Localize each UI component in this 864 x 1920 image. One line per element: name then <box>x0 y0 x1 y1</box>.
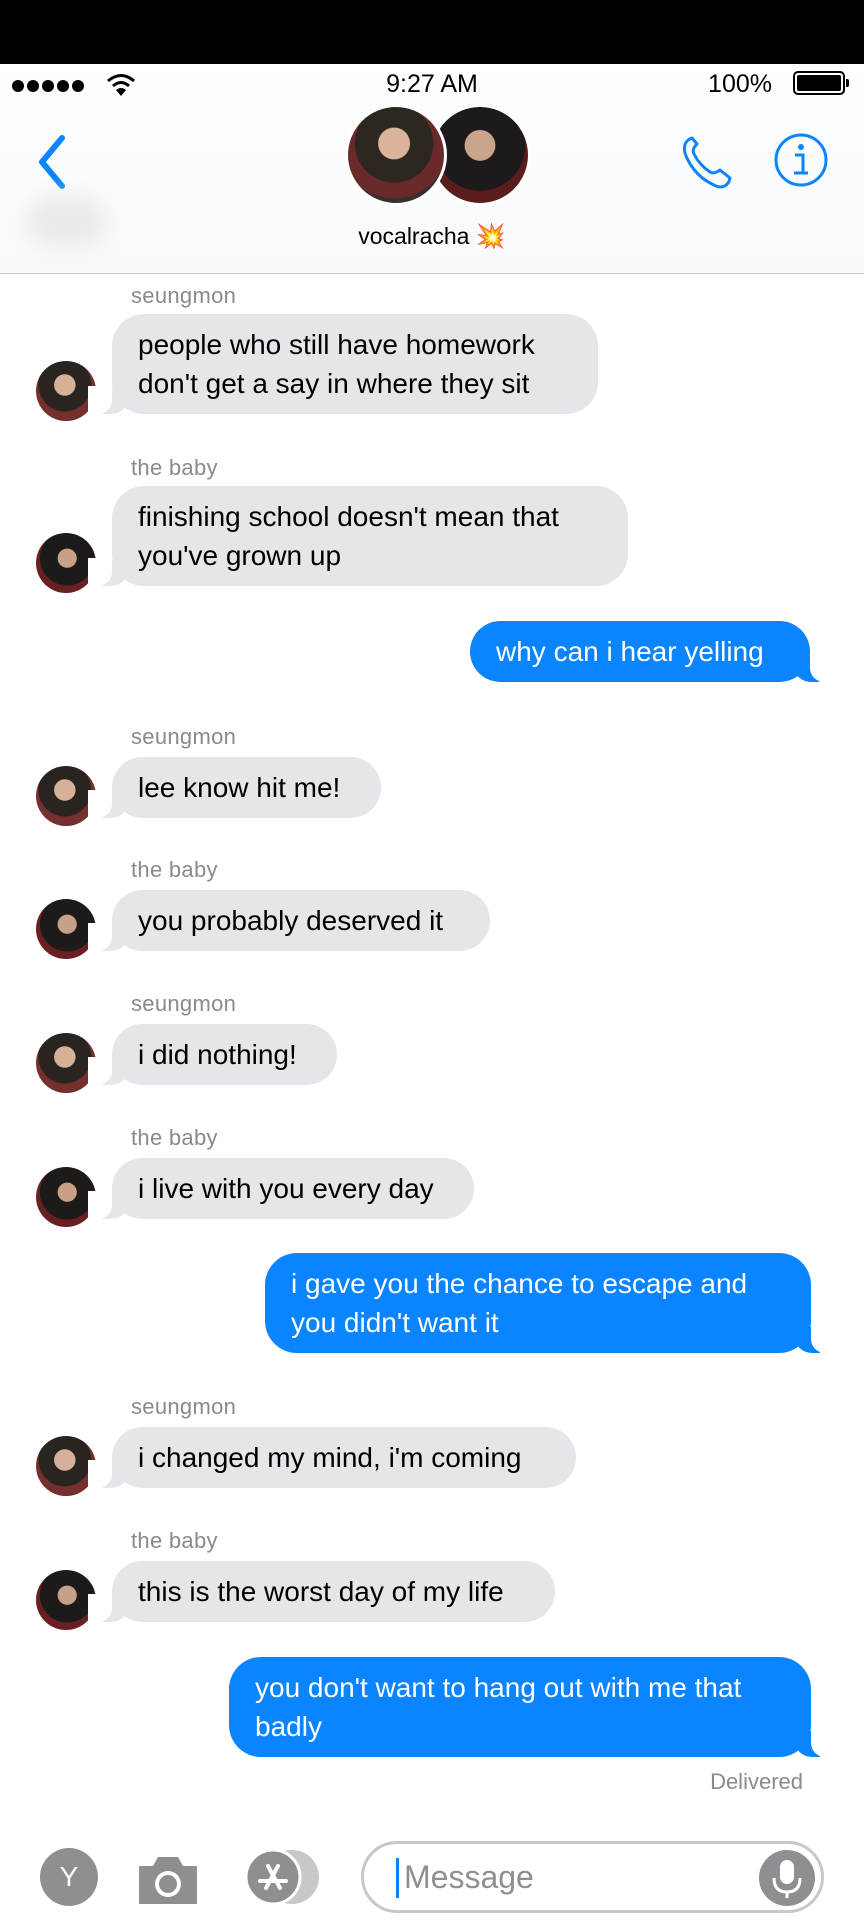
sender-name: seungmon <box>131 724 237 749</box>
sender-name: seungmon <box>131 1394 237 1419</box>
sender-name: seungmon <box>131 283 237 308</box>
message-text: i live with you every day <box>138 1173 434 1204</box>
sender-avatar[interactable] <box>36 1436 96 1496</box>
message-text: why can i hear yelling <box>496 636 764 667</box>
message-bubble[interactable]: i changed my mind, i'm coming <box>88 1427 576 1488</box>
message-text: i changed my mind, i'm coming <box>138 1442 522 1473</box>
message-text: finishing school doesn't mean that you'v… <box>138 501 559 571</box>
camera-icon[interactable] <box>135 1852 201 1908</box>
message-bubble[interactable]: you probably deserved it <box>88 890 490 951</box>
message-input[interactable]: Message <box>361 1841 824 1913</box>
group-avatar[interactable] <box>345 104 531 214</box>
message-text: this is the worst day of my life <box>138 1576 504 1607</box>
status-bar: 9:27 AM 100% <box>0 64 864 102</box>
battery-icon <box>793 71 849 95</box>
group-title[interactable]: vocalracha 💥 <box>0 222 864 251</box>
message-placeholder: Message <box>404 1859 534 1895</box>
sender-avatar[interactable] <box>36 361 96 421</box>
collision-emoji: 💥 <box>475 223 506 250</box>
sender-avatar[interactable] <box>36 533 96 593</box>
top-black-bar <box>0 0 864 64</box>
message-bubble[interactable]: why can i hear yelling <box>470 621 834 682</box>
sender-avatar[interactable] <box>36 899 96 959</box>
y-app-button[interactable]: Y <box>40 1848 98 1906</box>
message-bubble[interactable]: lee know hit me! <box>88 757 381 818</box>
message-text: you probably deserved it <box>138 905 444 936</box>
message-bubble[interactable]: i gave you the chance to escape and you … <box>265 1253 835 1353</box>
sender-avatar[interactable] <box>36 1570 96 1630</box>
message-bubble[interactable]: finishing school doesn't mean that you'v… <box>88 486 628 586</box>
sender-name: the baby <box>131 1528 218 1553</box>
sender-avatar[interactable] <box>36 1167 96 1227</box>
back-chevron-icon[interactable] <box>34 132 70 192</box>
composer-bar: Y Message <box>0 1812 864 1920</box>
message-bubble[interactable]: this is the worst day of my life <box>88 1561 555 1622</box>
app-store-icon[interactable] <box>244 1848 326 1906</box>
microphone-icon[interactable] <box>759 1850 815 1906</box>
message-text: i did nothing! <box>138 1039 297 1070</box>
text-caret <box>396 1858 399 1898</box>
message-bubble[interactable]: people who still have homework don't get… <box>88 314 598 414</box>
message-bubble[interactable]: i did nothing! <box>88 1024 337 1085</box>
battery-percent: 100% <box>708 70 772 98</box>
message-text: you don't want to hang out with me that … <box>255 1672 742 1742</box>
group-name-label: vocalracha <box>358 223 470 249</box>
member-avatar <box>345 104 447 206</box>
sender-name: seungmon <box>131 991 237 1016</box>
sender-name: the baby <box>131 857 218 882</box>
info-icon[interactable] <box>773 132 829 188</box>
message-bubble[interactable]: i live with you every day <box>88 1158 474 1219</box>
phone-icon[interactable] <box>678 132 734 192</box>
message-text: people who still have homework don't get… <box>138 329 535 399</box>
sender-name: the baby <box>131 455 218 480</box>
sender-name: the baby <box>131 1125 218 1150</box>
message-text: lee know hit me! <box>138 772 341 803</box>
conversation-header: 9:27 AM 100% vocalracha 💥 <box>0 64 864 274</box>
sender-avatar[interactable] <box>36 1033 96 1093</box>
message-bubble[interactable]: you don't want to hang out with me that … <box>229 1657 835 1757</box>
message-text: i gave you the chance to escape and you … <box>291 1268 748 1338</box>
sender-avatar[interactable] <box>36 766 96 826</box>
delivered-status: Delivered <box>710 1769 803 1794</box>
